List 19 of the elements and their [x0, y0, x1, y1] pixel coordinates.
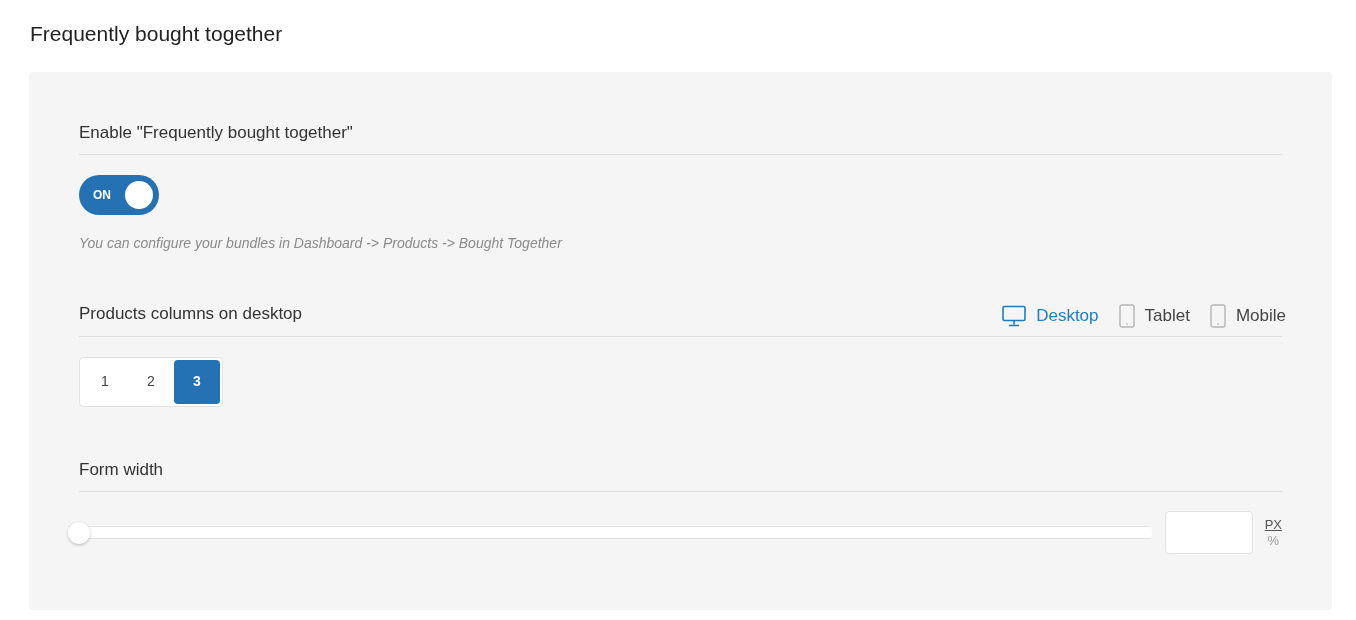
width-input[interactable] [1164, 511, 1253, 554]
column-option[interactable]: 1 [82, 359, 128, 404]
device-tab[interactable]: Mobile [1209, 303, 1286, 329]
slider-thumb[interactable] [68, 521, 90, 544]
toggle-knob [125, 181, 153, 209]
toggle-switch[interactable]: ON [79, 175, 159, 215]
column-option[interactable]: 2 [128, 359, 174, 404]
hint-text: You can configure your bundles in Dashboard -> Products -> Bought Together [79, 234, 564, 253]
phone-icon [1209, 303, 1226, 328]
section-label: Products columns on desktop [79, 303, 302, 325]
page-title: Frequently bought together [30, 21, 284, 47]
section-label: Form width [79, 458, 164, 481]
section-label: Enable "Frequently bought together" [79, 121, 353, 144]
device-tab[interactable]: Tablet [1118, 303, 1190, 329]
monitor-icon [1002, 304, 1027, 327]
device-tab[interactable]: Desktop [1002, 303, 1099, 329]
column-option[interactable]: 3 [174, 359, 220, 404]
tablet-icon [1118, 303, 1135, 328]
unit-option[interactable]: PX [1264, 516, 1282, 533]
